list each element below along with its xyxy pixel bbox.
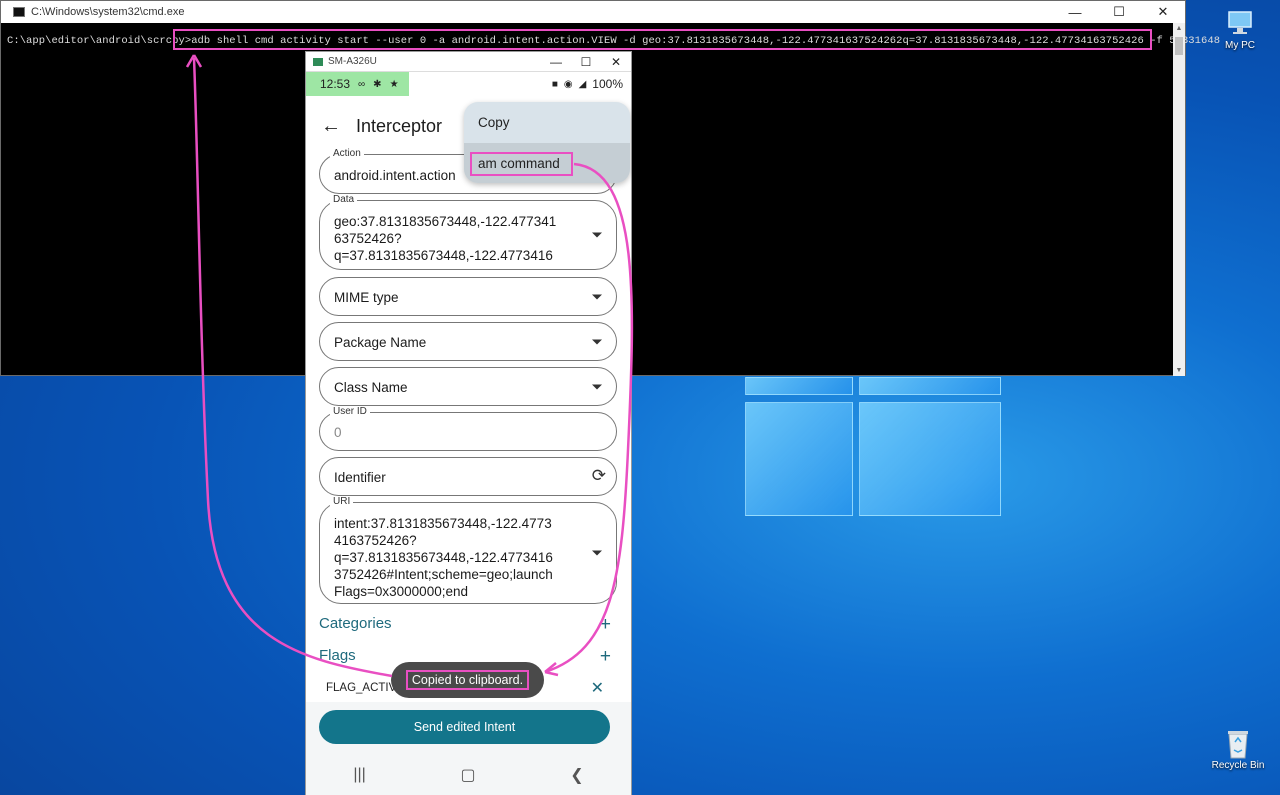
data-line: geo:37.8131835673448,-122.477341: [334, 214, 557, 229]
flags-heading: Flags: [319, 647, 356, 664]
android-status-bar: 12:53 ∞ ✱ ★ ■ ◉ ◢ 100%: [306, 72, 631, 96]
maximize-icon[interactable]: ☐: [571, 52, 601, 72]
scroll-up-icon[interactable]: ▲: [1173, 25, 1185, 32]
recycle-bin-label: Recycle Bin: [1211, 760, 1265, 771]
data-field[interactable]: Data geo:37.8131835673448,-122.477341 63…: [319, 194, 617, 270]
pc-icon: [1225, 8, 1255, 38]
phone-title-bar[interactable]: SM-A326U — ☐ ✕: [306, 52, 631, 72]
uri-field[interactable]: URI intent:37.8131835673448,-122.4773 41…: [319, 496, 617, 604]
action-value: android.intent.action: [334, 168, 456, 183]
send-intent-button[interactable]: Send edited Intent: [319, 710, 610, 744]
user-id-field[interactable]: User ID 0: [319, 406, 617, 451]
data-value: geo:37.8131835673448,-122.477341 6375242…: [334, 213, 556, 264]
close-icon[interactable]: ✕: [601, 52, 631, 72]
remove-flag-icon[interactable]: ✕: [591, 678, 604, 698]
wifi-icon: ◉: [563, 78, 573, 90]
action-label: Action: [330, 148, 364, 159]
uri-line: q=37.8131835673448,-122.4773416: [334, 550, 553, 565]
cmd-app-icon: [13, 7, 25, 17]
phone-title: SM-A326U: [328, 56, 377, 67]
data-label: Data: [330, 194, 358, 205]
add-flag-icon[interactable]: +: [600, 647, 611, 666]
uri-value: intent:37.8131835673448,-122.4773 416375…: [334, 515, 553, 600]
identifier-placeholder: Identifier: [334, 470, 386, 485]
app-title: Interceptor: [356, 115, 443, 136]
class-name-field[interactable]: Class Name: [319, 367, 617, 406]
back-arrow-icon[interactable]: ←: [306, 115, 356, 138]
chevron-down-icon[interactable]: [592, 339, 602, 344]
scroll-down-icon[interactable]: ▼: [1173, 367, 1185, 374]
accessibility-icon: ★: [389, 78, 399, 90]
uri-line: 4163752426?: [334, 533, 417, 548]
cmd-title-bar[interactable]: C:\Windows\system32\cmd.exe — ☐ ✕: [1, 1, 1185, 23]
status-time: 12:53: [320, 77, 351, 91]
menu-item-copy[interactable]: Copy: [464, 102, 630, 142]
uri-label: URI: [330, 496, 354, 507]
toast: Copied to clipboard.: [391, 662, 544, 698]
close-icon[interactable]: ✕: [1141, 1, 1185, 23]
chevron-down-icon[interactable]: [592, 384, 602, 389]
scrcpy-app-icon: [313, 57, 323, 66]
chevron-down-icon[interactable]: [592, 232, 602, 238]
status-right: ■ ◉ ◢ 100%: [552, 77, 623, 91]
package-name-placeholder: Package Name: [334, 335, 427, 350]
categories-heading: Categories: [319, 615, 392, 632]
data-line: 63752426?: [334, 231, 402, 246]
mime-type-field[interactable]: MIME type: [319, 277, 617, 316]
status-left: 12:53 ∞ ✱ ★: [306, 72, 409, 96]
command-highlight: [173, 29, 1152, 50]
uri-line: intent:37.8131835673448,-122.4773: [334, 516, 552, 531]
uri-line: 3752426#Intent;scheme=geo;launch: [334, 567, 553, 582]
user-id-label: User ID: [330, 406, 370, 417]
battery-level: 100%: [592, 77, 623, 91]
class-name-placeholder: Class Name: [334, 380, 408, 395]
back-icon[interactable]: ❮: [570, 765, 583, 785]
alarm-icon: ■: [551, 78, 558, 90]
maximize-icon[interactable]: ☐: [1097, 1, 1141, 23]
voicemail-icon: ∞: [358, 78, 366, 90]
chevron-down-icon[interactable]: [592, 294, 602, 299]
home-icon[interactable]: ▢: [460, 765, 475, 785]
user-id-placeholder: 0: [334, 425, 342, 440]
mime-type-placeholder: MIME type: [334, 290, 399, 305]
refresh-icon[interactable]: ⟳: [592, 466, 606, 486]
chevron-down-icon[interactable]: [592, 550, 602, 556]
uri-line: Flags=0x3000000;end: [334, 584, 468, 599]
flag-item: FLAG_ACTIV: [326, 682, 397, 694]
minimize-icon[interactable]: —: [1053, 1, 1097, 23]
identifier-field[interactable]: Identifier ⟳: [319, 457, 617, 496]
cmd-title: C:\Windows\system32\cmd.exe: [31, 6, 185, 18]
bluetooth-icon: ✱: [373, 78, 382, 90]
menu-highlight: [470, 152, 573, 176]
package-name-field[interactable]: Package Name: [319, 322, 617, 361]
signal-icon: ◢: [578, 78, 587, 90]
android-nav-bar: ||| ▢ ❮: [306, 754, 631, 795]
recycle-bin-icon: [1223, 728, 1253, 759]
data-line: q=37.8131835673448,-122.4773416: [334, 248, 553, 263]
scroll-thumb[interactable]: [1175, 37, 1183, 55]
recents-icon[interactable]: |||: [353, 766, 365, 784]
cmd-scrollbar[interactable]: ▲ ▼: [1173, 23, 1185, 376]
minimize-icon[interactable]: —: [541, 52, 571, 72]
cmd-prompt: C:\app\editor\android\scrcpy>: [7, 35, 192, 47]
recycle-bin-shortcut[interactable]: Recycle Bin: [1208, 728, 1268, 771]
toast-message: Copied to clipboard.: [405, 670, 530, 690]
add-category-icon[interactable]: +: [600, 615, 611, 634]
